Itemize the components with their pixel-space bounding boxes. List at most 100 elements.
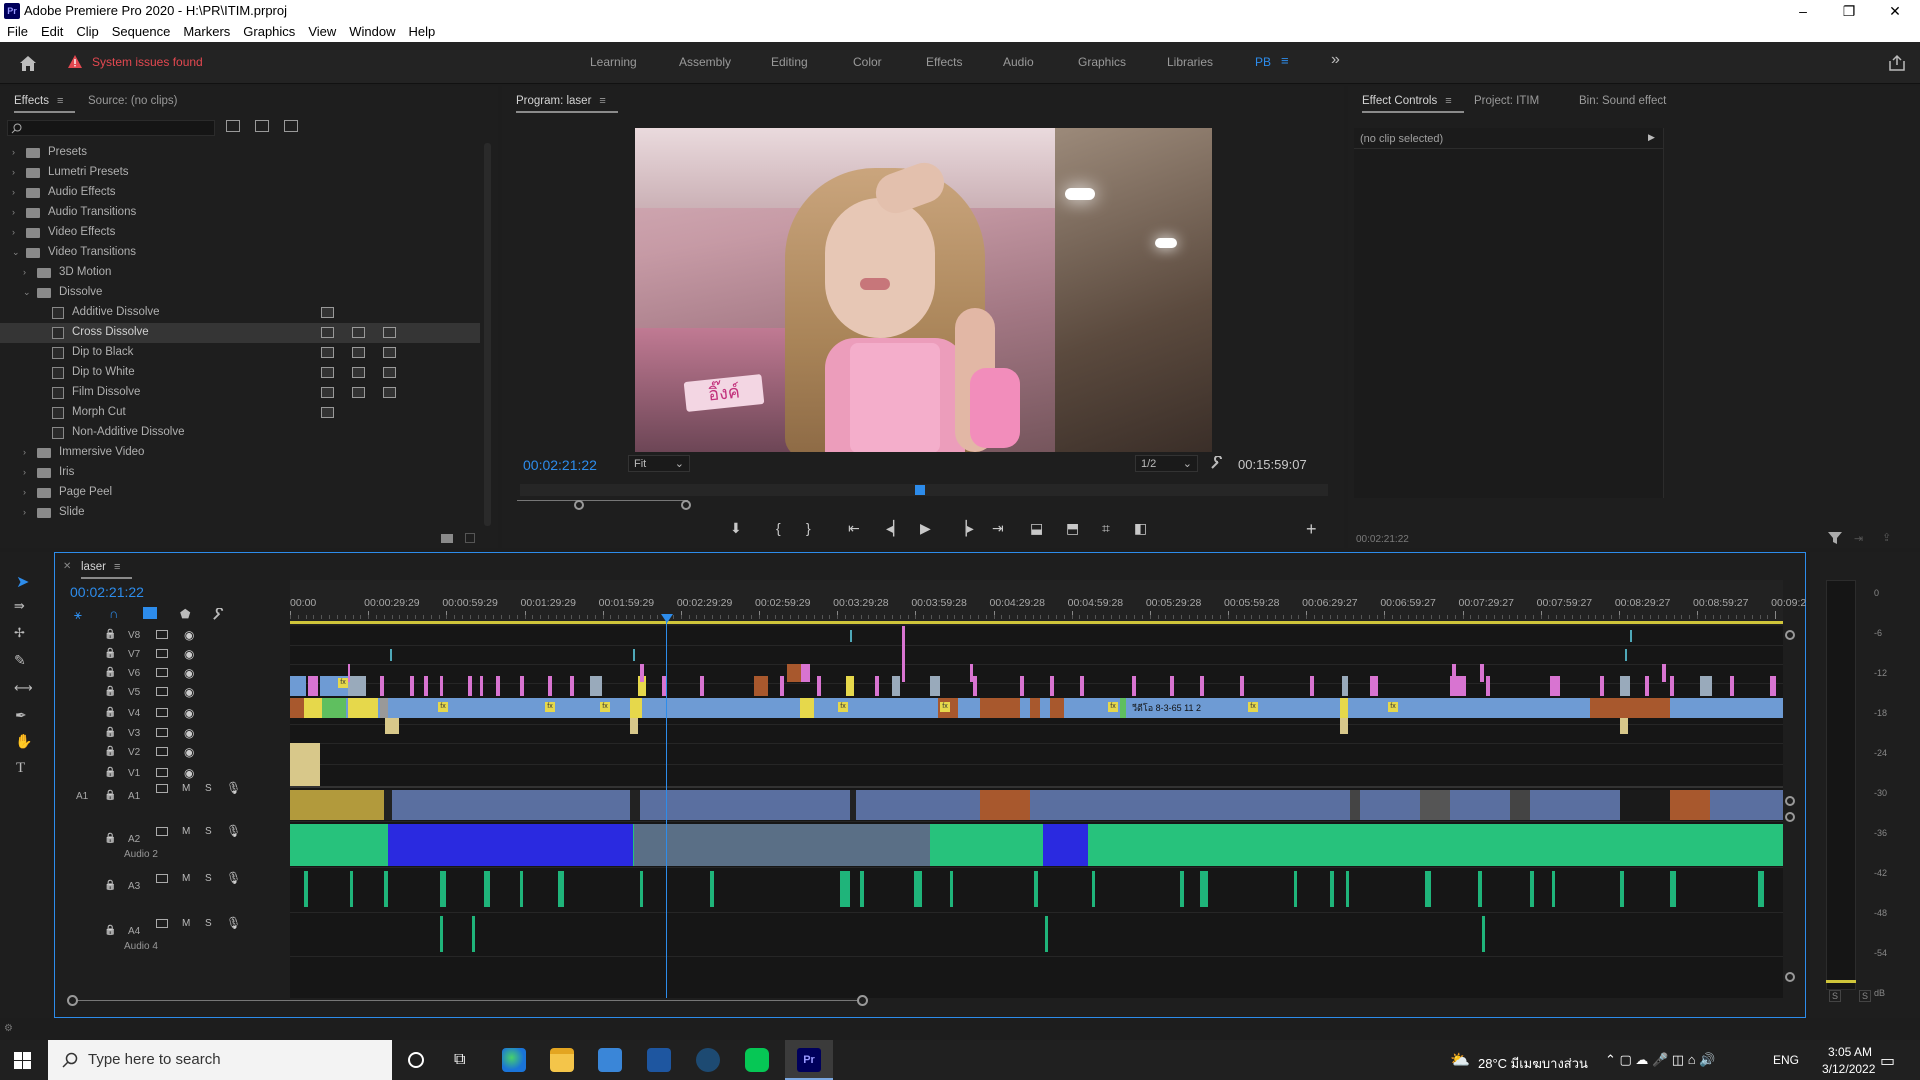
zoom-handle-left[interactable]: [574, 500, 584, 510]
notifications-icon[interactable]: ▭: [1880, 1051, 1895, 1071]
solo-button[interactable]: S: [205, 918, 212, 929]
v5-clip[interactable]: [875, 676, 879, 696]
workspace-tab-audio[interactable]: Audio: [1003, 55, 1034, 69]
menu-clip[interactable]: Clip: [69, 22, 104, 39]
v5-clip[interactable]: [1132, 676, 1136, 696]
effects-tree-row[interactable]: › Video Effects: [0, 223, 480, 243]
workspace-tab-editing[interactable]: Editing: [771, 55, 808, 69]
mute-button[interactable]: M: [182, 783, 190, 794]
lock-icon[interactable]: 🔒: [104, 833, 116, 844]
tab-source[interactable]: Source: (no clips): [88, 95, 177, 107]
v5-clip[interactable]: [1620, 676, 1630, 696]
a1-clip-segment[interactable]: [1670, 790, 1710, 820]
a3-clip[interactable]: [1294, 871, 1297, 907]
v6-clip[interactable]: [1662, 664, 1666, 682]
solo-button[interactable]: S: [205, 826, 212, 837]
v5-clip[interactable]: [290, 676, 306, 696]
eye-icon[interactable]: ◉: [184, 726, 194, 740]
insert-icon[interactable]: ⬓: [1030, 520, 1043, 537]
v6-clip[interactable]: [1452, 664, 1456, 682]
lock-icon[interactable]: 🔒: [104, 727, 116, 738]
a3-clip[interactable]: [558, 871, 564, 907]
a3-clip[interactable]: [1670, 871, 1676, 907]
v3-clip[interactable]: [1620, 718, 1628, 734]
workspace-tab-libraries[interactable]: Libraries: [1167, 55, 1213, 69]
task-view-icon[interactable]: ⧉: [454, 1051, 465, 1069]
yuv-effects-icon[interactable]: [284, 120, 298, 132]
v5-clip[interactable]: [1600, 676, 1604, 696]
chevron-right-icon[interactable]: ›: [23, 487, 26, 497]
a3-clip[interactable]: [950, 871, 953, 907]
edge-icon[interactable]: [502, 1048, 526, 1072]
snap-icon[interactable]: ⚹: [74, 607, 82, 623]
sync-lock-icon[interactable]: [156, 747, 168, 756]
system-issues-warning[interactable]: System issues found: [92, 55, 203, 69]
microphone-icon[interactable]: 🎙: [226, 824, 241, 838]
effects-tree-row[interactable]: › Iris: [0, 463, 480, 483]
v5-clip[interactable]: [496, 676, 500, 696]
a3-clip[interactable]: [914, 871, 922, 907]
a3-clip[interactable]: [484, 871, 490, 907]
v-marker-clip[interactable]: [1630, 630, 1632, 642]
v5-clip[interactable]: [930, 676, 940, 696]
v6-clip[interactable]: [1480, 664, 1484, 682]
32bit-effects-icon[interactable]: [255, 120, 269, 132]
v5-clip[interactable]: [570, 676, 574, 696]
program-timecode[interactable]: 00:02:21:22: [523, 457, 597, 473]
weather-text[interactable]: 28°C มีเมฆบางส่วน: [1478, 1053, 1588, 1074]
v4-clip-segment[interactable]: [348, 698, 378, 718]
app-icon[interactable]: [647, 1048, 671, 1072]
v5-clip[interactable]: [468, 676, 472, 696]
sync-lock-icon[interactable]: [156, 708, 168, 717]
tab-effects[interactable]: Effects ≡: [14, 95, 76, 113]
tab-sequence[interactable]: laser ≡: [81, 561, 133, 579]
menu-window[interactable]: Window: [342, 22, 401, 39]
taskbar-search-box[interactable]: Type here to search: [48, 1040, 392, 1080]
sync-lock-icon[interactable]: [156, 874, 168, 883]
v4-clip-segment[interactable]: [322, 698, 346, 718]
playhead-marker[interactable]: [915, 485, 925, 495]
close-button[interactable]: ✕: [1872, 0, 1918, 22]
effects-tree-row[interactable]: › Page Peel: [0, 483, 480, 503]
home-icon[interactable]: [18, 54, 38, 72]
video-scroll-handle-top[interactable]: [1785, 630, 1795, 640]
a3-clip[interactable]: [1552, 871, 1555, 907]
v5-clip[interactable]: [1700, 676, 1712, 696]
v3-clip[interactable]: [1340, 718, 1348, 734]
a1-clip-segment[interactable]: [1510, 790, 1530, 820]
go-to-out-icon[interactable]: ⇥: [992, 520, 1004, 537]
a1-clip-segment[interactable]: [384, 790, 392, 820]
workspace-tab-graphics[interactable]: Graphics: [1078, 55, 1126, 69]
maximize-button[interactable]: ❐: [1826, 0, 1872, 22]
a3-clip[interactable]: [350, 871, 353, 907]
timeline-tracks-area[interactable]: วีดีโอ 8-3-65 11 2 fx fx fx fx fx fx fx fx fx: [290, 626, 1783, 998]
v5-clip[interactable]: [1645, 676, 1649, 696]
v6-clip[interactable]: [800, 664, 810, 682]
a1-clip-segment[interactable]: [1620, 790, 1670, 820]
panel-menu-icon[interactable]: ≡: [599, 95, 605, 107]
v3-clip[interactable]: [630, 718, 638, 734]
clock-date[interactable]: 3/12/2022: [1822, 1062, 1875, 1076]
v3-clip[interactable]: [385, 718, 399, 734]
effects-tree-row[interactable]: ⌄ Dissolve: [0, 283, 480, 303]
menu-graphics[interactable]: Graphics: [236, 22, 301, 39]
accelerated-effects-icon[interactable]: [226, 120, 240, 132]
a3-clip[interactable]: [1092, 871, 1095, 907]
workspace-tab-assembly[interactable]: Assembly: [679, 55, 731, 69]
chevron-right-icon[interactable]: ›: [23, 467, 26, 477]
v5-clip[interactable]: [1240, 676, 1244, 696]
menu-edit[interactable]: Edit: [34, 22, 69, 39]
v4-clip-segment[interactable]: [1050, 698, 1064, 718]
delete-icon[interactable]: [465, 533, 475, 543]
chevron-right-icon[interactable]: ›: [12, 187, 15, 197]
timeline-zoom-handle-left[interactable]: [67, 995, 78, 1006]
effects-tree-row[interactable]: Cross Dissolve: [0, 323, 480, 343]
menu-markers[interactable]: Markers: [176, 22, 236, 39]
menu-file[interactable]: File: [0, 22, 34, 39]
a3-clip[interactable]: [1330, 871, 1334, 907]
a3-clip[interactable]: [710, 871, 714, 907]
v4-clip-segment[interactable]: [630, 698, 642, 718]
v5-clip[interactable]: [973, 676, 977, 696]
v-marker-clip[interactable]: [1625, 649, 1627, 661]
panel-menu-icon[interactable]: ≡: [1445, 95, 1451, 107]
